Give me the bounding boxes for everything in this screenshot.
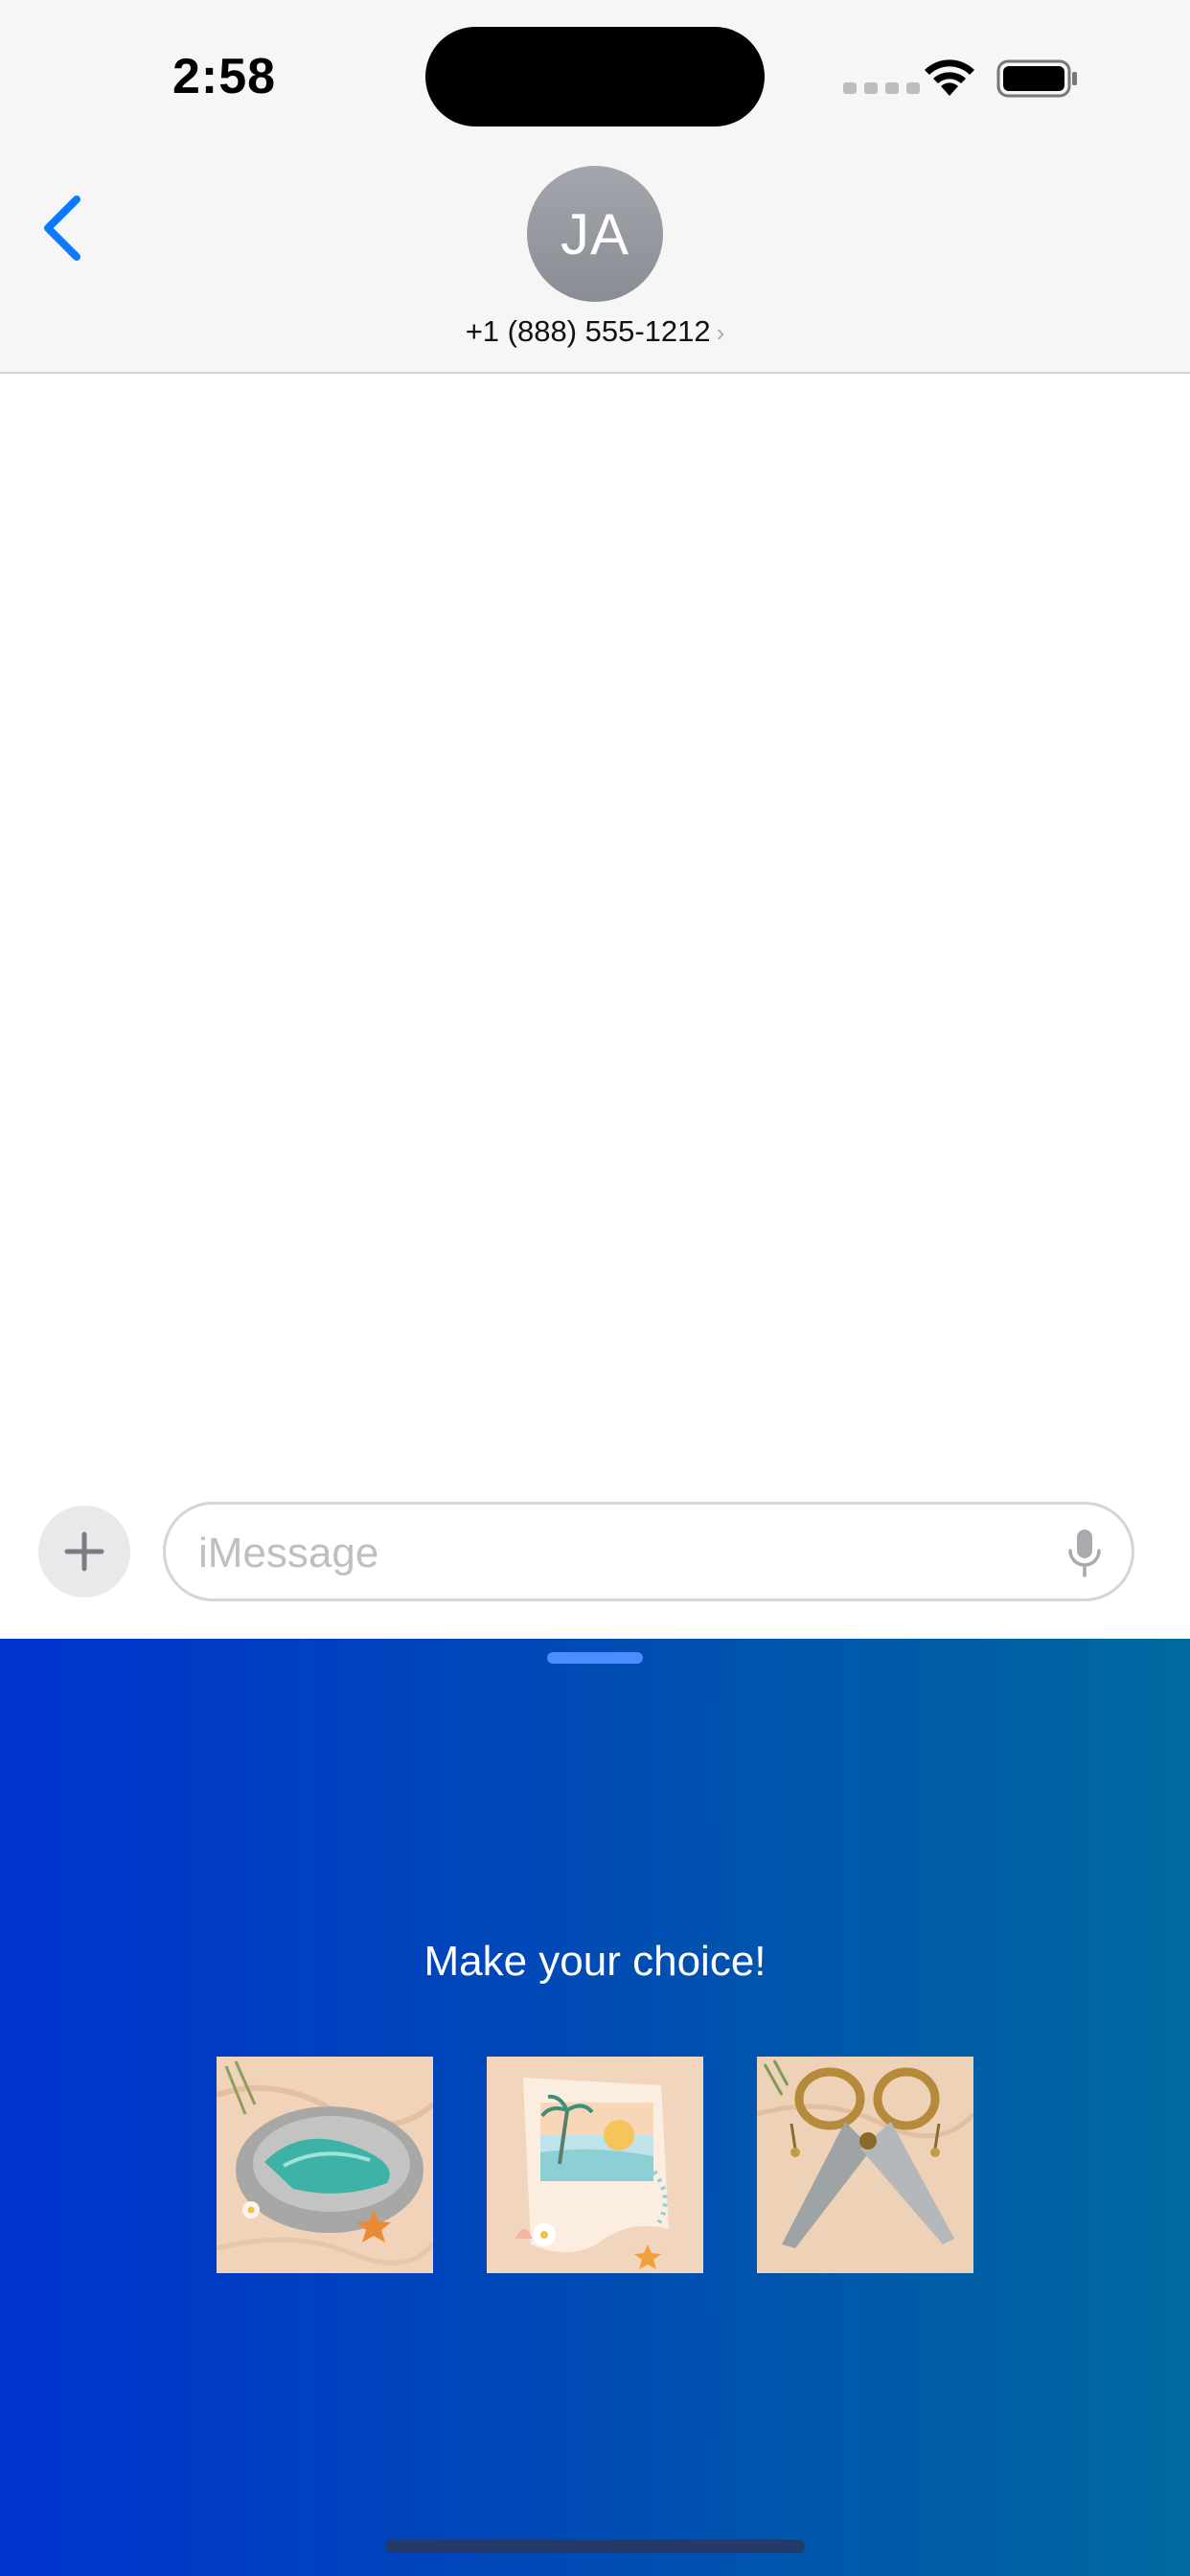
paper-image bbox=[487, 2057, 703, 2273]
microphone-icon[interactable] bbox=[1066, 1528, 1103, 1579]
game-prompt: Make your choice! bbox=[423, 1938, 767, 1985]
plus-icon bbox=[64, 1531, 104, 1572]
message-placeholder: iMessage bbox=[198, 1530, 379, 1576]
dynamic-island bbox=[425, 27, 765, 126]
contact-title[interactable]: +1 (888) 555-1212 › bbox=[0, 314, 1190, 349]
contact-name: +1 (888) 555-1212 bbox=[465, 314, 711, 348]
rock-image bbox=[217, 2057, 433, 2273]
back-chevron-icon[interactable] bbox=[38, 192, 86, 264]
status-time: 2:58 bbox=[172, 49, 277, 104]
choice-paper[interactable] bbox=[487, 2057, 703, 2273]
navigation-header: 2:58 JA +1 (888) 555-1212 › bbox=[0, 0, 1190, 374]
choice-scissors[interactable] bbox=[757, 2057, 973, 2273]
cellular-signal-icon bbox=[843, 82, 920, 94]
home-indicator[interactable] bbox=[385, 2540, 805, 2553]
wifi-icon bbox=[925, 59, 974, 96]
game-extension-panel: Make your choice! bbox=[0, 1639, 1190, 2576]
scissors-image bbox=[757, 2057, 973, 2273]
contact-avatar[interactable]: JA bbox=[527, 166, 663, 302]
message-input[interactable]: iMessage bbox=[163, 1502, 1134, 1601]
apps-plus-button[interactable] bbox=[38, 1506, 130, 1598]
chevron-right-icon: › bbox=[716, 318, 725, 347]
battery-icon bbox=[996, 59, 1077, 98]
choice-rock[interactable] bbox=[217, 2057, 433, 2273]
panel-grabber[interactable] bbox=[547, 1652, 643, 1664]
